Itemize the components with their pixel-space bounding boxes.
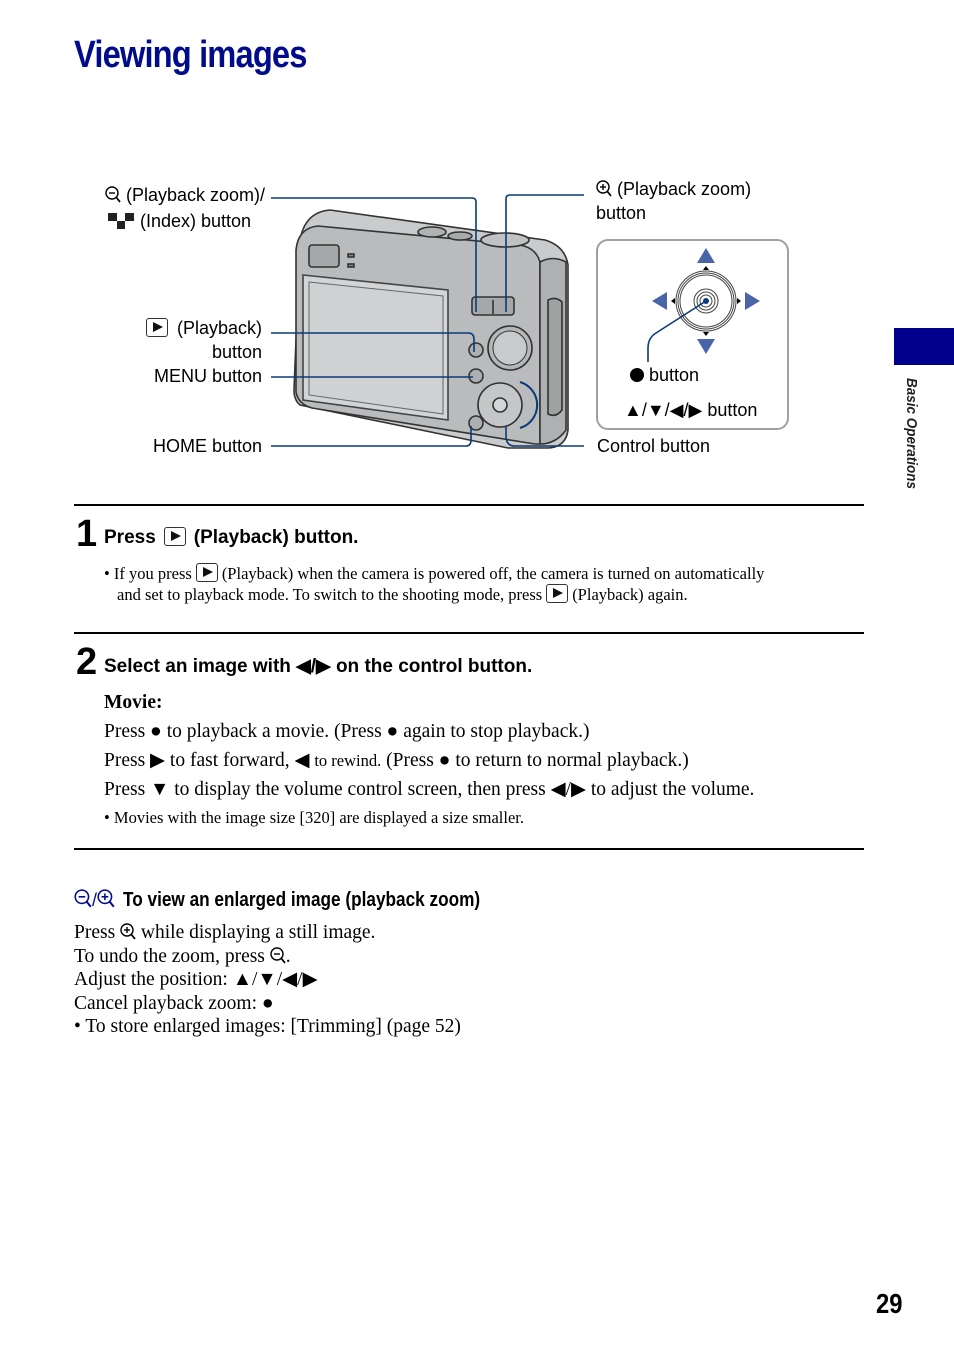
label-control-button: Control button	[597, 436, 711, 456]
step-2-body: Movie: Press ● to playback a movie. (Pre…	[104, 688, 754, 828]
zoom-line-2-pre: To undo the zoom, press	[74, 945, 265, 967]
arrow-up-icon	[697, 248, 715, 263]
zoom-line-2-post: .	[285, 945, 291, 967]
zoom-line-3: Adjust the position: ▲/▼/◀/▶	[74, 969, 318, 990]
zoom-section-body: Press while displaying a still image. To…	[74, 921, 461, 1039]
zoom-out-icon	[74, 889, 92, 908]
step-number-2: 2	[76, 641, 98, 683]
label-index-text: (Index) button	[140, 211, 252, 231]
step-1-heading-post: (Playback) button.	[193, 527, 359, 548]
zoom-line-1-post: while displaying a still image.	[140, 922, 376, 943]
step-1-note: • If you press (Playback) when the camera…	[104, 563, 765, 604]
movie-line-2c: (Press ● to return to normal playback.)	[386, 750, 689, 771]
movie-note-text: Movies with the image size [320] are dis…	[113, 808, 524, 827]
zoom-line-2: To undo the zoom, press .	[74, 945, 461, 969]
divider	[74, 504, 864, 506]
note-text: (Playback) when the camera is powered of…	[221, 564, 765, 583]
control-wheel-illustration	[647, 248, 760, 362]
page-number: 29	[876, 1288, 903, 1319]
label-zoom-in-text-2: button	[596, 203, 647, 223]
label-center-button-text: button	[649, 365, 700, 385]
label-center-button: button	[630, 363, 699, 387]
zoom-bullet-text: To store enlarged images: [Trimming] (pa…	[85, 1016, 461, 1037]
camera-illustration	[293, 209, 569, 449]
index-icon	[108, 213, 134, 229]
divider	[74, 632, 864, 634]
zoom-line-1-pre: Press	[74, 922, 116, 943]
note-text: (Playback) again.	[572, 585, 688, 604]
center-dot-icon	[630, 368, 644, 382]
arrow-right-icon	[745, 292, 760, 310]
label-playback-text-2: button	[211, 342, 262, 362]
arrow-left-icon	[652, 292, 667, 310]
label-playback: (Playback) button	[100, 316, 262, 364]
movie-line-3: Press ▼ to display the volume control sc…	[104, 779, 755, 800]
movie-line-2: Press ▶ to fast forward, ◀ to rewind. (P…	[104, 746, 754, 775]
movie-label: Movie:	[104, 692, 163, 713]
step-1-heading-pre: Press	[104, 527, 156, 548]
zoom-in-icon	[120, 923, 136, 940]
label-zoom-out-text: (Playback zoom)/	[125, 185, 265, 205]
zoom-section-title: To view an enlarged image (playback zoom…	[123, 889, 481, 911]
zoom-line-1: Press while displaying a still image.	[74, 921, 461, 945]
label-direction-buttons: ▲/▼/◀/▶ button	[624, 400, 758, 420]
zoom-in-icon	[596, 180, 612, 197]
movie-line-1: Press ● to playback a movie. (Press ● ag…	[104, 721, 590, 742]
zoom-out-icon	[270, 946, 286, 964]
label-home: HOME button	[152, 436, 262, 456]
movie-line-2b: to rewind.	[314, 751, 382, 770]
label-zoom-in-text: (Playback zoom)	[617, 179, 752, 199]
label-menu: MENU button	[153, 366, 262, 386]
step-2-heading: Select an image with ◀/▶ on the control …	[104, 656, 533, 677]
note-text: and set to playback mode. To switch to t…	[117, 585, 543, 604]
movie-note: • Movies with the image size [320] are d…	[104, 808, 524, 827]
note-text: If you press	[113, 564, 192, 583]
zoom-line-4: Cancel playback zoom: ●	[74, 992, 274, 1014]
movie-line-2a: Press ▶ to fast forward, ◀	[104, 750, 310, 771]
zoom-section-heading: / To view an enlarged image (playback zo…	[74, 889, 538, 912]
camera-diagram	[271, 194, 584, 449]
zoom-bullet: • To store enlarged images: [Trimming] (…	[74, 1016, 461, 1037]
zoom-in-icon	[97, 889, 115, 908]
divider	[74, 848, 864, 850]
label-index: (Index) button	[108, 209, 251, 233]
zoom-out-icon	[105, 186, 121, 203]
playback-icon	[546, 584, 569, 603]
label-playback-text: (Playback)	[176, 318, 262, 338]
playback-icon	[163, 527, 186, 546]
label-zoom-out: (Playback zoom)/	[80, 183, 265, 207]
playback-icon	[145, 318, 168, 337]
playback-icon	[195, 563, 218, 582]
step-1-heading: Press (Playback) button.	[104, 527, 358, 549]
label-zoom-in: (Playback zoom) button	[596, 177, 751, 225]
step-number-1: 1	[76, 513, 98, 555]
arrow-down-icon	[697, 339, 715, 354]
